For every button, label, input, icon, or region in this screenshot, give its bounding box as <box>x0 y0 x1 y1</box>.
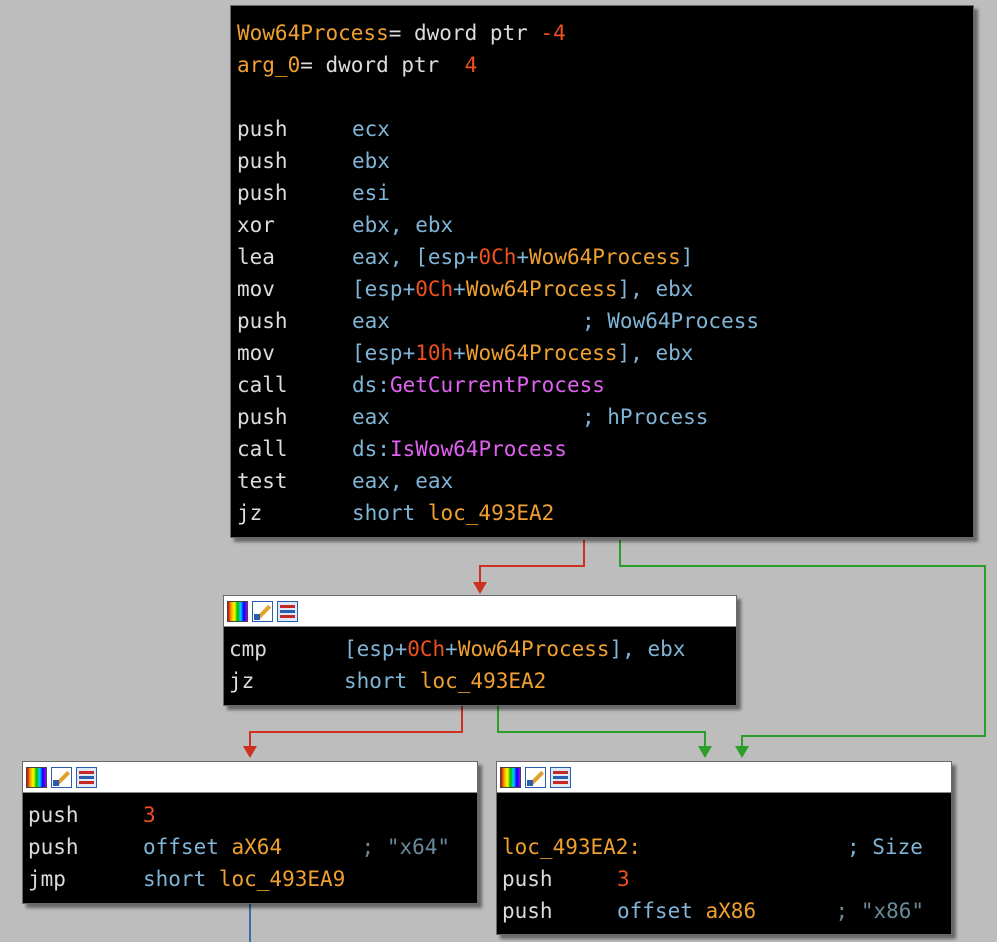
instruction-line: call ds:GetCurrentProcess <box>237 373 605 397</box>
block-header <box>497 762 951 793</box>
graph-icon[interactable] <box>550 766 571 788</box>
instruction-line: push offset aX64; "x64" <box>28 835 451 859</box>
edge-true-2-arrow <box>698 746 712 758</box>
instruction-line: push 3 <box>502 867 630 891</box>
edge-false-2 <box>249 705 463 756</box>
instruction-line: mov [esp+10h+Wow64Process], ebx <box>237 341 694 365</box>
instruction-line: test eax, eax <box>237 469 454 493</box>
code-block-entry[interactable]: Wow64Process= dword ptr -4 arg_0= dword … <box>230 5 974 538</box>
instruction-line: mov [esp+0Ch+Wow64Process], ebx <box>237 277 694 301</box>
instruction-line: push esi <box>237 181 390 205</box>
code-block-x86[interactable]: loc_493EA2:; Size push 3 push offset aX86;… <box>496 761 952 935</box>
edit-icon[interactable] <box>525 766 546 788</box>
edge-false-1 <box>479 540 585 590</box>
block-header <box>224 596 736 627</box>
palette-icon[interactable] <box>26 766 47 788</box>
instruction-line: jz short loc_493EA2 <box>237 501 555 525</box>
edge-false-1-arrow <box>473 582 487 594</box>
instruction-line: push eax; hProcess <box>237 405 709 429</box>
edge-true-2 <box>497 705 706 756</box>
instruction-line: jz short loc_493EA2 <box>229 669 547 693</box>
instruction-line: push offset aX86; "x86" <box>502 899 925 923</box>
palette-icon[interactable] <box>500 766 521 788</box>
edge-false-2-arrow <box>243 746 257 758</box>
graph-icon[interactable] <box>76 766 97 788</box>
instruction-line: call ds:IsWow64Process <box>237 437 567 461</box>
code-block-x64[interactable]: push 3 push offset aX64; "x64" jmp short lo… <box>22 761 478 904</box>
instruction-line: xor ebx, ebx <box>237 213 454 237</box>
edge-true-1-arrow <box>735 746 749 758</box>
instruction-line: push ebx <box>237 149 390 173</box>
instruction-line: push ecx <box>237 117 390 141</box>
instruction-line: push 3 <box>28 803 156 827</box>
palette-icon[interactable] <box>227 600 248 622</box>
code-block-cmp[interactable]: cmp [esp+0Ch+Wow64Process], ebx jz short l… <box>223 595 737 706</box>
instruction-line: cmp [esp+0Ch+Wow64Process], ebx <box>229 637 686 661</box>
instruction-line: push eax; Wow64Process <box>237 309 760 333</box>
graph-icon[interactable] <box>277 600 298 622</box>
edit-icon[interactable] <box>51 766 72 788</box>
label-line: loc_493EA2:; Size <box>502 835 923 859</box>
var-line-wow64process: Wow64Process= dword ptr -4 <box>237 21 566 45</box>
instruction-line: lea eax, [esp+0Ch+Wow64Process] <box>237 245 694 269</box>
instruction-line: jmp short loc_493EA9 <box>28 867 346 891</box>
var-line-arg0: arg_0= dword ptr 4 <box>237 53 478 77</box>
block-header <box>23 762 477 793</box>
edit-icon[interactable] <box>252 600 273 622</box>
